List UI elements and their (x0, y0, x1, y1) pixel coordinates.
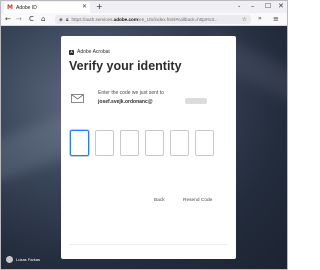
bookmark-star-icon[interactable]: ☆ (242, 16, 247, 23)
new-tab-button[interactable]: + (96, 2, 103, 11)
tab-adobe-id[interactable]: M Adobe ID ✕ (4, 2, 90, 13)
minimize-button[interactable]: – (251, 2, 255, 11)
code-digit-3[interactable] (120, 130, 139, 156)
menu-icon[interactable]: ≡ (273, 14, 279, 24)
adobe-logo-icon: A (69, 49, 74, 55)
divider (69, 244, 228, 245)
nav-bar: ← → C ⌂ ◈ 🔒︎ https://auth.services.adobe… (1, 13, 287, 26)
code-digit-6[interactable] (195, 130, 214, 156)
avatar (6, 256, 13, 263)
background-credit: Lukas Farkas (6, 256, 40, 263)
code-sent-message: Enter the code we just sent to (98, 90, 164, 96)
email-redaction (185, 98, 207, 104)
url-text: https://auth.services.adobe.com/en_US/in… (71, 17, 218, 22)
shield-icon: ◈ (59, 16, 63, 23)
code-input-group (70, 130, 220, 156)
tab-close-icon[interactable]: ✕ (82, 4, 87, 10)
reload-icon[interactable]: C (29, 14, 34, 24)
verify-dialog: A Adobe Acrobat Verify your identity Ent… (61, 36, 236, 259)
code-digit-2[interactable] (95, 130, 114, 156)
maximize-button[interactable]: ☐ (265, 2, 271, 11)
home-icon[interactable]: ⌂ (41, 14, 45, 24)
credit-name: Lukas Farkas (16, 257, 41, 262)
gmail-m-icon: M (7, 3, 13, 11)
brand-name: Adobe Acrobat (77, 49, 110, 55)
browser-window: M Adobe ID ✕ + ⌄ – ☐ ✕ ← → C ⌂ ◈ 🔒︎ http… (0, 0, 288, 270)
brand: A Adobe Acrobat (69, 49, 110, 55)
code-digit-1[interactable] (70, 130, 89, 156)
code-digit-5[interactable] (170, 130, 189, 156)
tab-bar: M Adobe ID ✕ + ⌄ – ☐ ✕ (1, 1, 287, 13)
page-title: Verify your identity (69, 59, 182, 73)
back-arrow-icon[interactable]: ← (5, 14, 11, 24)
back-button[interactable]: Back (154, 198, 165, 203)
close-window-button[interactable]: ✕ (278, 2, 284, 11)
forward-arrow-icon[interactable]: → (16, 14, 22, 24)
email-address: josef.svejk.ordonanc@ (98, 99, 153, 105)
overflow-icon[interactable]: » (258, 14, 262, 24)
lock-icon: 🔒︎ (65, 16, 69, 23)
address-bar[interactable]: ◈ 🔒︎ https://auth.services.adobe.com/en_… (55, 15, 251, 24)
tab-list-icon[interactable]: ⌄ (237, 3, 241, 9)
envelope-icon (71, 94, 84, 103)
tab-title: Adobe ID (16, 4, 37, 11)
code-digit-4[interactable] (145, 130, 164, 156)
page-content: A Adobe Acrobat Verify your identity Ent… (1, 26, 287, 269)
resend-code-button[interactable]: Resend Code (183, 198, 212, 203)
